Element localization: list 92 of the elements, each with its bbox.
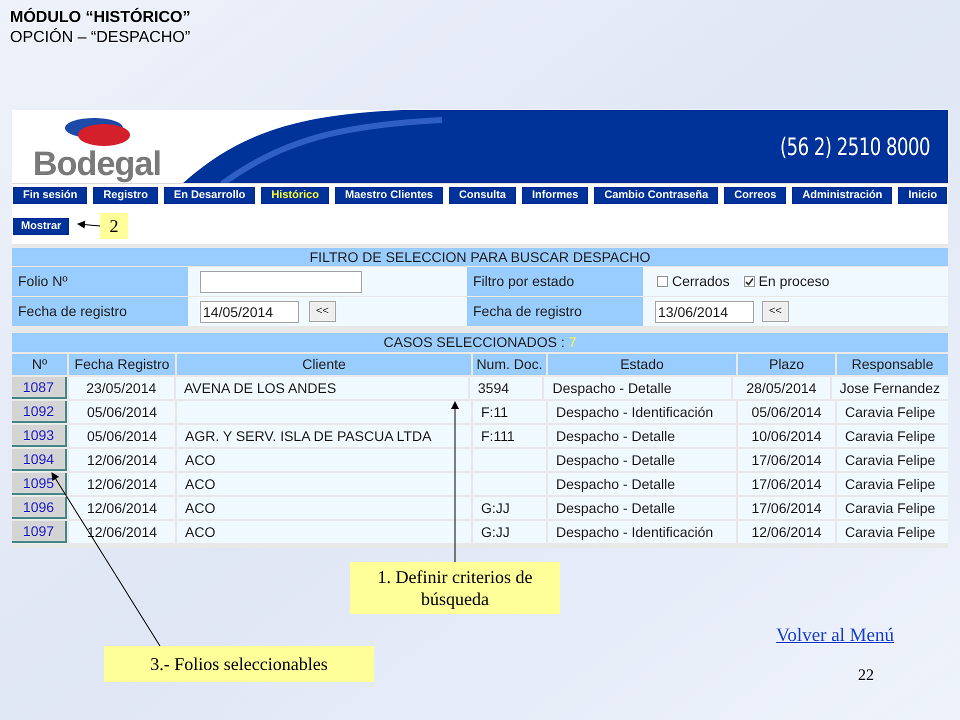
nav-tab[interactable]: Cambio Contraseña	[594, 187, 718, 204]
table-cell: ACO	[177, 521, 471, 543]
table-cell: G:JJ	[473, 497, 546, 519]
status-checkbox[interactable]	[657, 276, 668, 287]
folio-button[interactable]: 1087	[12, 377, 67, 399]
back-to-menu-link[interactable]: Volver al Menú	[776, 625, 894, 646]
date-picker-button[interactable]: <<	[762, 301, 789, 322]
date-to-field[interactable]: 13/06/2014	[655, 300, 754, 322]
table-cell: Caravia Felipe	[837, 449, 948, 471]
leader-line	[77, 220, 100, 229]
nav-tab[interactable]: Registro	[93, 187, 158, 204]
table-cell: Despacho - Detalle	[548, 497, 736, 519]
checkbox-label: En proceso	[758, 272, 830, 291]
table-cell: Despacho - Detalle	[544, 377, 732, 399]
folio-button[interactable]: 1097	[12, 521, 67, 543]
table-cell: F:11	[473, 401, 546, 423]
slide-subtitle: OPCIÓN – “DESPACHO”	[10, 28, 190, 48]
date-picker-button[interactable]: <<	[309, 301, 336, 322]
table-cell: Caravia Felipe	[837, 473, 948, 495]
checkbox-label: Cerrados	[672, 272, 730, 291]
slide-title: MÓDULO “HISTÓRICO”	[10, 8, 190, 28]
nav-tab[interactable]: Administración	[792, 187, 892, 204]
table-cell: Despacho - Identificación	[548, 401, 736, 423]
field-label: Fecha de registro	[12, 297, 188, 326]
folio-input[interactable]	[200, 270, 362, 292]
column-header: Fecha Registro	[69, 354, 175, 375]
nav-tab[interactable]: Histórico	[261, 187, 329, 204]
callout-note: 2	[100, 213, 128, 239]
table-cell: 10/06/2014	[738, 425, 835, 447]
table-cell: 3594	[470, 377, 542, 399]
table-cell: Caravia Felipe	[837, 497, 948, 519]
callout-note: 3.- Folios seleccionables	[104, 646, 374, 682]
table-cell: Despacho - Identificación	[548, 521, 736, 543]
table-cell: ACO	[177, 473, 471, 495]
table-cell: Despacho - Detalle	[548, 449, 736, 471]
filter-header: FILTRO DE SELECCION PARA BUSCAR DESPACHO	[12, 248, 948, 266]
table-cell: Caravia Felipe	[837, 521, 948, 543]
table-cell: 12/06/2014	[69, 473, 175, 495]
cases-title: CASOS SELECCIONADOS :	[384, 333, 566, 352]
field-label: Folio Nº	[12, 267, 188, 296]
table-cell: Jose Fernandez	[832, 377, 948, 399]
folio-button[interactable]: 1094	[12, 449, 67, 471]
mostrar-button[interactable]: Mostrar	[13, 218, 70, 235]
phone-number: (56 2) 2510 8000	[780, 132, 930, 162]
table-cell: Despacho - Detalle	[548, 425, 736, 447]
nav-tab[interactable]: Informes	[522, 187, 588, 204]
column-header: Cliente	[177, 354, 471, 375]
page-number: 22	[858, 666, 874, 686]
logo-icon	[62, 117, 132, 147]
table-cell: F:111	[473, 425, 546, 447]
nav-tab[interactable]: Consulta	[448, 187, 516, 204]
column-header: Plazo	[738, 354, 835, 375]
date-from-field[interactable]: 14/05/2014	[200, 300, 299, 322]
table-cell: Despacho - Detalle	[548, 473, 736, 495]
table-cell: 12/06/2014	[69, 449, 175, 471]
table-cell: 12/06/2014	[738, 521, 835, 543]
field-label: Filtro por estado	[467, 267, 643, 296]
cases-count: 7	[568, 333, 576, 352]
folio-button[interactable]: 1096	[12, 497, 67, 519]
table-cell: AGR. Y SERV. ISLA DE PASCUA LTDA	[177, 425, 471, 447]
column-header: Responsable	[837, 354, 948, 375]
folio-button[interactable]: 1093	[12, 425, 67, 447]
column-header: Nº	[12, 354, 67, 375]
nav-tab[interactable]: Inicio	[898, 187, 948, 204]
folio-button[interactable]: 1095	[12, 473, 67, 495]
table-cell: 28/05/2014	[733, 377, 830, 399]
nav-tab[interactable]: Maestro Clientes	[335, 187, 443, 204]
logo-text: Bodegal	[32, 147, 162, 181]
table-cell: 17/06/2014	[738, 497, 835, 519]
column-header: Estado	[548, 354, 736, 375]
table-cell: ACO	[177, 449, 471, 471]
table-cell: 05/06/2014	[69, 401, 175, 423]
table-cell: 12/06/2014	[69, 497, 175, 519]
table-cell: 12/06/2014	[69, 521, 175, 543]
field-label: Fecha de registro	[467, 297, 643, 326]
table-cell: 23/05/2014	[68, 377, 174, 399]
nav-tab[interactable]: En Desarrollo	[164, 187, 256, 204]
table-cell: 17/06/2014	[738, 473, 835, 495]
table-cell: Caravia Felipe	[837, 401, 948, 423]
nav-tab[interactable]: Correos	[724, 187, 786, 204]
table-cell: Caravia Felipe	[837, 425, 948, 447]
folio-button[interactable]: 1092	[12, 401, 67, 423]
table-cell: 05/06/2014	[738, 401, 835, 423]
table-cell: ACO	[177, 497, 471, 519]
callout-note: 1. Definir criterios de búsqueda	[350, 562, 560, 614]
nav-tab[interactable]: Fin sesión	[13, 187, 88, 204]
table-cell: AVENA DE LOS ANDES	[176, 377, 468, 399]
table-cell: 17/06/2014	[738, 449, 835, 471]
table-cell: G:JJ	[473, 521, 546, 543]
status-checkbox[interactable]	[744, 276, 755, 287]
column-header: Num. Doc.	[473, 354, 546, 375]
table-cell: 05/06/2014	[69, 425, 175, 447]
